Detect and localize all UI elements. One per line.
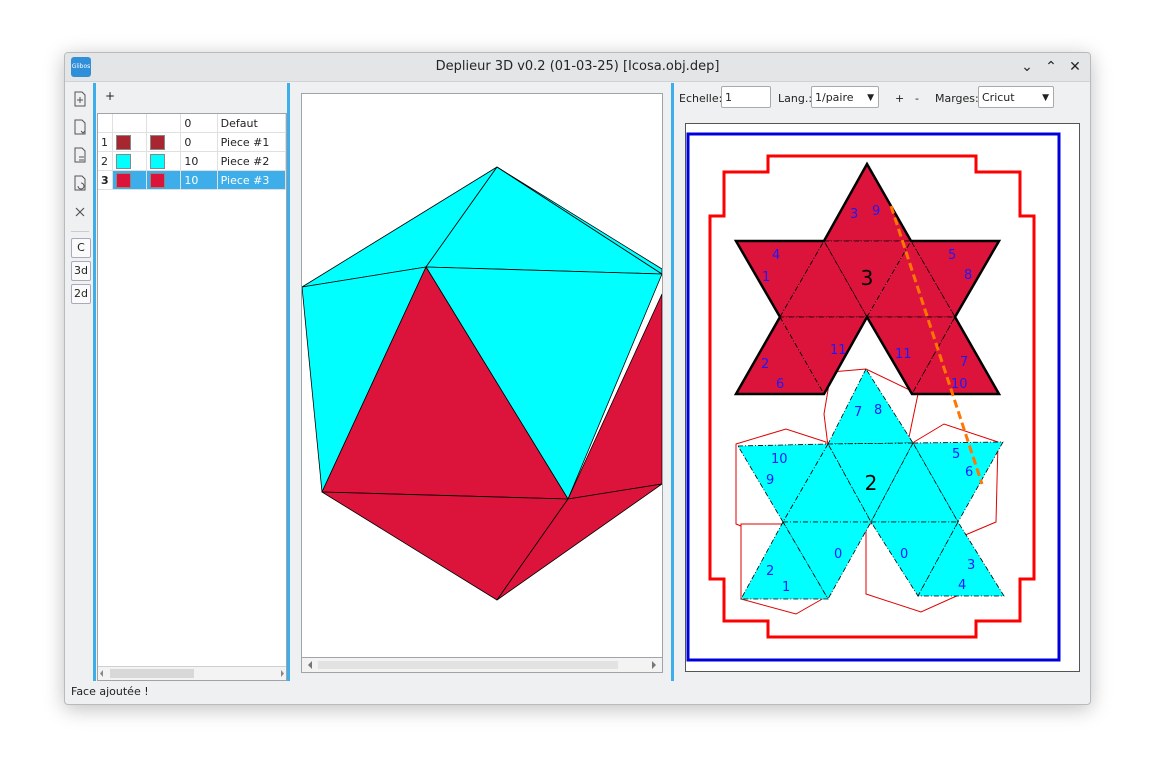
header-name: Defaut xyxy=(217,114,287,133)
color-swatch-2[interactable] xyxy=(150,172,166,188)
new-page-icon[interactable] xyxy=(69,91,91,113)
table-row-selected[interactable]: 3 10 Piece #3 xyxy=(98,170,287,190)
piece-label-2: 2 xyxy=(865,471,878,495)
horizontal-scrollbar[interactable] xyxy=(98,666,286,680)
chevron-down-icon: ▼ xyxy=(1042,93,1049,103)
splitter-left[interactable] xyxy=(93,83,96,681)
row-count: 10 xyxy=(180,170,218,190)
view-3d-scrollbar[interactable] xyxy=(301,657,663,673)
mode-c-button[interactable]: C xyxy=(71,238,91,258)
svg-text:3: 3 xyxy=(850,207,858,222)
open-file-icon[interactable] xyxy=(69,119,91,141)
svg-text:9: 9 xyxy=(766,473,774,488)
add-piece-button[interactable]: + xyxy=(105,89,115,103)
svg-text:10: 10 xyxy=(951,377,968,392)
svg-text:8: 8 xyxy=(874,403,882,418)
color-swatch-1[interactable] xyxy=(115,153,131,169)
splitter-right[interactable] xyxy=(671,83,674,681)
marges-select[interactable]: Cricut ▼ xyxy=(978,86,1054,108)
splitter-middle[interactable] xyxy=(287,83,290,681)
table-header-row: 0 Defaut xyxy=(98,114,287,133)
pieces-table: 0 Defaut 1 0 Piece #1 2 10 Piece #2 3 10… xyxy=(97,113,287,681)
marges-value: Cricut xyxy=(982,91,1015,104)
color-swatch-2[interactable] xyxy=(150,134,166,150)
unfold-2d-render: 3 2 9 3 4 1 5 8 11 11 2 6 7 10 7 8 10 9 … xyxy=(686,132,1061,662)
row-name: Piece #1 xyxy=(217,132,287,152)
svg-text:9: 9 xyxy=(872,204,880,219)
color-swatch-2[interactable] xyxy=(150,153,166,169)
marges-label: Marges: xyxy=(935,92,979,105)
svg-text:5: 5 xyxy=(948,248,956,263)
svg-text:1: 1 xyxy=(782,580,790,595)
lang-value: 1/paire xyxy=(815,91,854,104)
icosahedron-3d-render xyxy=(302,166,662,601)
close-icon[interactable] xyxy=(69,203,91,225)
toolbar-separator xyxy=(71,231,89,232)
lang-label: Lang.: xyxy=(778,92,813,105)
import-file-icon[interactable] xyxy=(69,147,91,169)
svg-text:8: 8 xyxy=(964,268,972,283)
svg-text:7: 7 xyxy=(854,405,862,420)
row-name: Piece #2 xyxy=(217,151,287,171)
row-count: 10 xyxy=(180,151,218,171)
echelle-label: Echelle: xyxy=(679,92,723,105)
row-number: 1 xyxy=(98,132,113,152)
minimize-button[interactable]: ⌄ xyxy=(1017,57,1037,77)
maximize-button[interactable]: ⌃ xyxy=(1041,57,1061,77)
table-row[interactable]: 1 0 Piece #1 xyxy=(98,132,287,152)
row-count: 0 xyxy=(180,132,218,152)
title-bar[interactable]: Glibos Deplieur 3D v0.2 (01-03-25) [Icos… xyxy=(65,53,1090,82)
plus-button[interactable]: + xyxy=(895,92,904,105)
row-number: 3 xyxy=(98,170,113,190)
svg-text:7: 7 xyxy=(960,355,968,370)
svg-text:6: 6 xyxy=(965,465,973,480)
chevron-down-icon: ▼ xyxy=(867,93,874,103)
save-file-icon[interactable] xyxy=(69,175,91,197)
lang-select[interactable]: 1/paire ▼ xyxy=(811,86,879,108)
svg-text:0: 0 xyxy=(834,547,842,562)
header-col1 xyxy=(112,114,148,133)
window-title: Deplieur 3D v0.2 (01-03-25) [Icosa.obj.d… xyxy=(435,59,720,74)
svg-text:0: 0 xyxy=(900,547,908,562)
svg-text:11: 11 xyxy=(895,347,912,362)
mode-2d-button[interactable]: 2d xyxy=(71,284,91,304)
svg-text:10: 10 xyxy=(771,452,788,467)
pieces-panel: + 0 Defaut 1 0 Piece #1 2 10 Piece #2 3 … xyxy=(97,83,287,681)
unfold-sheet[interactable]: 3 2 9 3 4 1 5 8 11 11 2 6 7 10 7 8 10 9 … xyxy=(685,123,1080,672)
row-name: Piece #3 xyxy=(217,170,287,190)
app-window: Glibos Deplieur 3D v0.2 (01-03-25) [Icos… xyxy=(64,52,1091,705)
header-count: 0 xyxy=(180,114,218,133)
close-window-button[interactable]: ✕ xyxy=(1065,57,1085,77)
header-col2 xyxy=(146,114,182,133)
svg-text:2: 2 xyxy=(766,564,774,579)
view-3d[interactable] xyxy=(301,93,663,673)
row-number: 2 xyxy=(98,151,113,171)
echelle-input[interactable]: 1 xyxy=(721,86,771,108)
piece-label-3: 3 xyxy=(861,266,874,290)
svg-text:5: 5 xyxy=(952,447,960,462)
color-swatch-1[interactable] xyxy=(115,172,131,188)
svg-text:1: 1 xyxy=(762,270,770,285)
svg-text:6: 6 xyxy=(776,377,784,392)
svg-text:4: 4 xyxy=(772,248,780,263)
color-swatch-1[interactable] xyxy=(115,134,131,150)
table-row[interactable]: 2 10 Piece #2 xyxy=(98,151,287,171)
status-bar-text: Face ajoutée ! xyxy=(71,685,149,698)
svg-text:2: 2 xyxy=(761,357,769,372)
left-toolbar: C 3d 2d xyxy=(67,89,93,307)
svg-text:3: 3 xyxy=(967,558,975,573)
svg-text:4: 4 xyxy=(958,578,966,593)
header-num xyxy=(98,114,113,133)
svg-text:11: 11 xyxy=(830,343,847,358)
minus-button[interactable]: - xyxy=(915,92,919,105)
mode-3d-button[interactable]: 3d xyxy=(71,261,91,281)
